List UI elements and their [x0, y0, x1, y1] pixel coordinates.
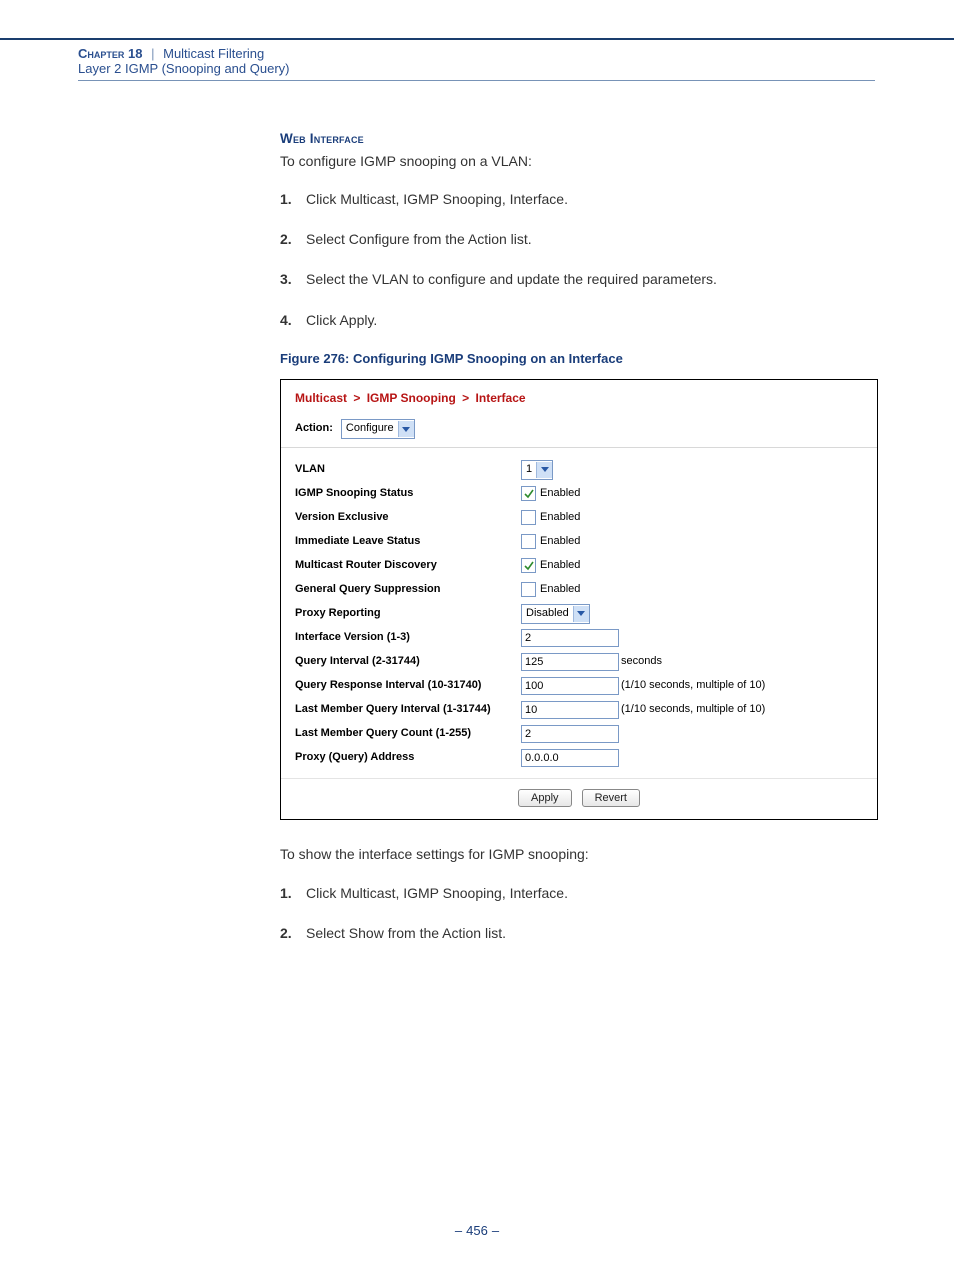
- field-label: IGMP Snooping Status: [295, 486, 521, 502]
- step-text: Select Show from the Action list.: [306, 923, 506, 943]
- chevron-down-icon: [573, 606, 589, 622]
- revert-button[interactable]: Revert: [582, 789, 640, 807]
- bc-1: Multicast: [295, 391, 347, 405]
- field-label: Proxy (Query) Address: [295, 750, 521, 766]
- step-number: 1.: [280, 883, 306, 903]
- config-row-mrdisc: Multicast Router Discovery Enabled: [295, 554, 863, 577]
- step-text: Click Apply.: [306, 310, 377, 330]
- section2-intro: To show the interface settings for IGMP …: [280, 844, 876, 864]
- field-label: Last Member Query Interval (1-31744): [295, 702, 521, 718]
- step-number: 1.: [280, 189, 306, 209]
- config-row-qresp: Query Response Interval (10-31740) (1/10 …: [295, 674, 863, 697]
- action-dropdown-value: Configure: [342, 421, 398, 437]
- section1-intro: To configure IGMP snooping on a VLAN:: [280, 151, 876, 171]
- step-text: Select Configure from the Action list.: [306, 229, 532, 249]
- figure-caption: Figure 276: Configuring IGMP Snooping on…: [280, 350, 876, 369]
- step-number: 2.: [280, 923, 306, 943]
- checkbox-caption: Enabled: [540, 510, 580, 526]
- field-label: Last Member Query Count (1-255): [295, 726, 521, 742]
- field-label: Query Response Interval (10-31740): [295, 678, 521, 694]
- step-number: 3.: [280, 269, 306, 289]
- step-number: 4.: [280, 310, 306, 330]
- vlan-dropdown[interactable]: 1: [521, 460, 553, 480]
- qresp-input[interactable]: [521, 677, 619, 695]
- checkbox-caption: Enabled: [540, 582, 580, 598]
- chapter-title: Multicast Filtering: [163, 46, 264, 61]
- dropdown-value: Disabled: [522, 606, 573, 622]
- chevron-down-icon: [536, 462, 552, 478]
- gqsupp-checkbox[interactable]: [521, 582, 536, 597]
- field-label: Interface Version (1-3): [295, 630, 521, 646]
- verex-checkbox[interactable]: [521, 510, 536, 525]
- ileave-checkbox[interactable]: [521, 534, 536, 549]
- proxyq-input[interactable]: [521, 749, 619, 767]
- apply-button[interactable]: Apply: [518, 789, 572, 807]
- config-row-proxyq: Proxy (Query) Address: [295, 746, 863, 769]
- action-label: Action:: [295, 421, 333, 437]
- separator: |: [151, 46, 154, 61]
- step-text: Click Multicast, IGMP Snooping, Interfac…: [306, 189, 568, 209]
- page-number: 456: [466, 1223, 488, 1238]
- checkbox-caption: Enabled: [540, 486, 580, 502]
- step-item: 2.Select Configure from the Action list.: [280, 229, 876, 249]
- step-item: 3.Select the VLAN to configure and updat…: [280, 269, 876, 289]
- step-item: 1.Click Multicast, IGMP Snooping, Interf…: [280, 883, 876, 903]
- field-label: Multicast Router Discovery: [295, 558, 521, 574]
- action-dropdown[interactable]: Configure: [341, 419, 415, 439]
- config-row-ifver: Interface Version (1-3): [295, 626, 863, 649]
- bc-2: IGMP Snooping: [367, 391, 456, 405]
- lmqc-input[interactable]: [521, 725, 619, 743]
- config-row-ileave: Immediate Leave Status Enabled: [295, 530, 863, 553]
- bc-3: Interface: [476, 391, 526, 405]
- field-extra: (1/10 seconds, multiple of 10): [619, 678, 765, 694]
- field-label: Version Exclusive: [295, 510, 521, 526]
- steps-list-1: 1.Click Multicast, IGMP Snooping, Interf…: [280, 189, 876, 330]
- config-row-snoop: IGMP Snooping Status Enabled: [295, 482, 863, 505]
- field-label: Proxy Reporting: [295, 606, 521, 622]
- checkbox-caption: Enabled: [540, 534, 580, 550]
- mrdisc-checkbox[interactable]: [521, 558, 536, 573]
- field-extra: (1/10 seconds, multiple of 10): [619, 702, 765, 718]
- step-text: Select the VLAN to configure and update …: [306, 269, 717, 289]
- config-row-lmqi: Last Member Query Interval (1-31744) (1/1…: [295, 698, 863, 721]
- section-heading: Web Interface: [280, 129, 876, 149]
- panel-breadcrumb: Multicast > IGMP Snooping > Interface: [281, 380, 877, 413]
- proxyr-dropdown[interactable]: Disabled: [521, 604, 590, 624]
- checkbox-caption: Enabled: [540, 558, 580, 574]
- step-item: 2.Select Show from the Action list.: [280, 923, 876, 943]
- field-label: Immediate Leave Status: [295, 534, 521, 550]
- step-text: Click Multicast, IGMP Snooping, Interfac…: [306, 883, 568, 903]
- config-row-proxyr: Proxy ReportingDisabled: [295, 602, 863, 625]
- config-row-qint: Query Interval (2-31744) seconds: [295, 650, 863, 673]
- config-row-verex: Version Exclusive Enabled: [295, 506, 863, 529]
- step-item: 1.Click Multicast, IGMP Snooping, Interf…: [280, 189, 876, 209]
- config-row-gqsupp: General Query Suppression Enabled: [295, 578, 863, 601]
- field-label: Query Interval (2-31744): [295, 654, 521, 670]
- chapter-subtitle: Layer 2 IGMP (Snooping and Query): [78, 61, 954, 76]
- step-number: 2.: [280, 229, 306, 249]
- chevron-down-icon: [398, 421, 414, 437]
- ifver-input[interactable]: [521, 629, 619, 647]
- config-row-vlan: VLAN1: [295, 458, 863, 481]
- steps-list-2: 1.Click Multicast, IGMP Snooping, Interf…: [280, 883, 876, 944]
- dropdown-value: 1: [522, 462, 536, 478]
- field-extra: seconds: [619, 654, 662, 670]
- config-row-lmqc: Last Member Query Count (1-255): [295, 722, 863, 745]
- lmqi-input[interactable]: [521, 701, 619, 719]
- chapter-label: Chapter 18: [78, 46, 142, 61]
- step-item: 4.Click Apply.: [280, 310, 876, 330]
- figure-panel: Multicast > IGMP Snooping > Interface Ac…: [280, 379, 878, 820]
- field-label: VLAN: [295, 462, 521, 478]
- page-footer: –456–: [0, 1223, 954, 1268]
- chapter-header: Chapter 18 | Multicast Filtering: [78, 46, 954, 61]
- snoop-checkbox[interactable]: [521, 486, 536, 501]
- field-label: General Query Suppression: [295, 582, 521, 598]
- qint-input[interactable]: [521, 653, 619, 671]
